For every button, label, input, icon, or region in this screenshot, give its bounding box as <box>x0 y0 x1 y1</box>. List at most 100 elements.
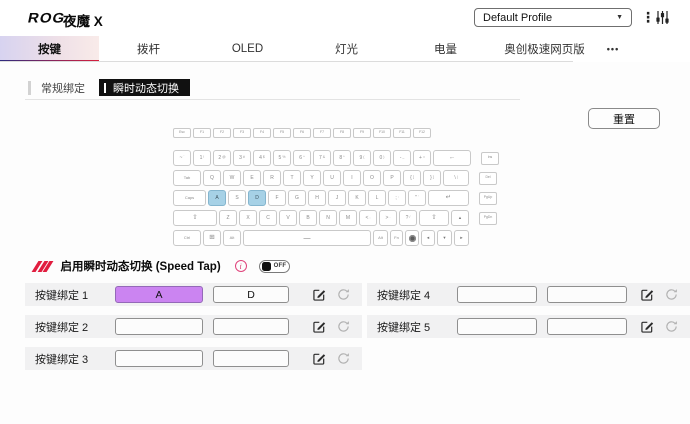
reset-binding-icon[interactable] <box>665 288 678 301</box>
binding-slot-1[interactable] <box>115 350 203 367</box>
key-x[interactable]: X <box>239 210 257 226</box>
key-semicolon[interactable]: ;: <box>388 190 406 206</box>
key-minus[interactable]: -_ <box>393 150 411 166</box>
binding-slot-1[interactable] <box>457 318 537 335</box>
key-pgdn[interactable]: PgDn <box>479 212 497 225</box>
key-left-arrow[interactable]: ◄ <box>421 230 435 246</box>
key-f6[interactable]: F6 <box>293 128 311 138</box>
key-b[interactable]: B <box>299 210 317 226</box>
key-c[interactable]: C <box>259 210 277 226</box>
key-space[interactable]: — <box>243 230 371 246</box>
key-k[interactable]: K <box>348 190 366 206</box>
edit-binding-icon[interactable] <box>313 288 326 301</box>
key-7[interactable]: 7& <box>313 150 331 166</box>
tab-armoury-web[interactable]: 奥创极速网页版 <box>495 36 594 62</box>
key-quote[interactable]: "' <box>408 190 426 206</box>
binding-slot-2[interactable] <box>213 350 289 367</box>
key-alt-left[interactable]: Alt <box>223 230 241 246</box>
key-fn[interactable]: Fn <box>390 230 403 246</box>
key-f7[interactable]: F7 <box>313 128 331 138</box>
key-f12[interactable]: F12 <box>413 128 431 138</box>
key-2[interactable]: 2@ <box>213 150 231 166</box>
key-backspace[interactable]: ← <box>433 150 471 166</box>
key-shift-left[interactable]: ⇧ <box>173 210 217 226</box>
key-right-arrow[interactable]: ► <box>454 230 469 246</box>
tab-oled[interactable]: OLED <box>198 36 297 62</box>
key-6[interactable]: 6^ <box>293 150 311 166</box>
key-4[interactable]: 4$ <box>253 150 271 166</box>
key-f11[interactable]: F11 <box>393 128 411 138</box>
key-rog-logo[interactable] <box>405 230 419 246</box>
edit-binding-icon[interactable] <box>641 288 654 301</box>
key-tab[interactable]: Tab <box>173 170 201 186</box>
key-bracket-left[interactable]: {[ <box>403 170 421 186</box>
tab-keys[interactable]: 按键 <box>0 36 99 62</box>
key-m[interactable]: M <box>339 210 357 226</box>
key-e[interactable]: E <box>243 170 261 186</box>
tab-more[interactable]: ••• <box>594 36 632 62</box>
key-d[interactable]: D <box>248 190 266 206</box>
key-slash[interactable]: ?/ <box>399 210 417 226</box>
key-n[interactable]: N <box>319 210 337 226</box>
reset-binding-icon[interactable] <box>337 352 350 365</box>
key-f10[interactable]: F10 <box>373 128 391 138</box>
key-p[interactable]: P <box>383 170 401 186</box>
edit-binding-icon[interactable] <box>641 320 654 333</box>
key-f4[interactable]: F4 <box>253 128 271 138</box>
key-ins[interactable]: Ins <box>481 152 499 165</box>
key-g[interactable]: G <box>288 190 306 206</box>
key-u[interactable]: U <box>323 170 341 186</box>
key-bracket-right[interactable]: }] <box>423 170 441 186</box>
key-f[interactable]: F <box>268 190 286 206</box>
binding-slot-2[interactable]: D <box>213 286 289 303</box>
key-period[interactable]: >. <box>379 210 397 226</box>
key-f5[interactable]: F5 <box>273 128 291 138</box>
key-a[interactable]: A <box>208 190 226 206</box>
key-f1[interactable]: F1 <box>193 128 211 138</box>
binding-slot-2[interactable] <box>547 286 627 303</box>
key-9[interactable]: 9( <box>353 150 371 166</box>
key-comma[interactable]: <, <box>359 210 377 226</box>
key-h[interactable]: H <box>308 190 326 206</box>
key-r[interactable]: R <box>263 170 281 186</box>
binding-slot-1[interactable] <box>457 286 537 303</box>
key-j[interactable]: J <box>328 190 346 206</box>
key-shift-right[interactable]: ⇧ <box>419 210 449 226</box>
subtab-normal-binding[interactable]: 常规绑定 <box>28 79 85 96</box>
binding-slot-1[interactable]: A <box>115 286 203 303</box>
key-down-arrow[interactable]: ▼ <box>437 230 452 246</box>
tab-lever[interactable]: 拨杆 <box>99 36 198 62</box>
key-l[interactable]: L <box>368 190 386 206</box>
subtab-speed-tap[interactable]: 瞬时动态切换 <box>99 79 190 96</box>
info-icon[interactable]: i <box>235 260 247 272</box>
key-backslash[interactable]: \| <box>443 170 469 186</box>
key-del[interactable]: Del <box>479 172 497 185</box>
key-win[interactable]: ⊞ <box>203 230 221 246</box>
key-grave[interactable]: ~` <box>173 150 191 166</box>
speed-tap-toggle[interactable]: OFF <box>259 260 290 273</box>
key-z[interactable]: Z <box>219 210 237 226</box>
reset-binding-icon[interactable] <box>337 320 350 333</box>
key-alt-right[interactable]: Alt <box>373 230 388 246</box>
reset-binding-icon[interactable] <box>337 288 350 301</box>
key-enter[interactable]: ↵ <box>428 190 469 206</box>
key-f2[interactable]: F2 <box>213 128 231 138</box>
key-equal[interactable]: += <box>413 150 431 166</box>
key-5[interactable]: 5% <box>273 150 291 166</box>
edit-binding-icon[interactable] <box>313 320 326 333</box>
key-8[interactable]: 8* <box>333 150 351 166</box>
sliders-icon[interactable] <box>655 10 670 30</box>
key-f3[interactable]: F3 <box>233 128 251 138</box>
binding-slot-1[interactable] <box>115 318 203 335</box>
binding-slot-2[interactable] <box>547 318 627 335</box>
key-ctrl[interactable]: Ctrl <box>173 230 201 246</box>
key-esc[interactable]: Esc <box>173 128 191 138</box>
key-i[interactable]: I <box>343 170 361 186</box>
key-w[interactable]: W <box>223 170 241 186</box>
tab-lighting[interactable]: 灯光 <box>297 36 396 62</box>
key-t[interactable]: T <box>283 170 301 186</box>
key-caps[interactable]: Caps <box>173 190 206 206</box>
binding-slot-2[interactable] <box>213 318 289 335</box>
key-0[interactable]: 0) <box>373 150 391 166</box>
key-pgup[interactable]: PgUp <box>479 192 497 205</box>
